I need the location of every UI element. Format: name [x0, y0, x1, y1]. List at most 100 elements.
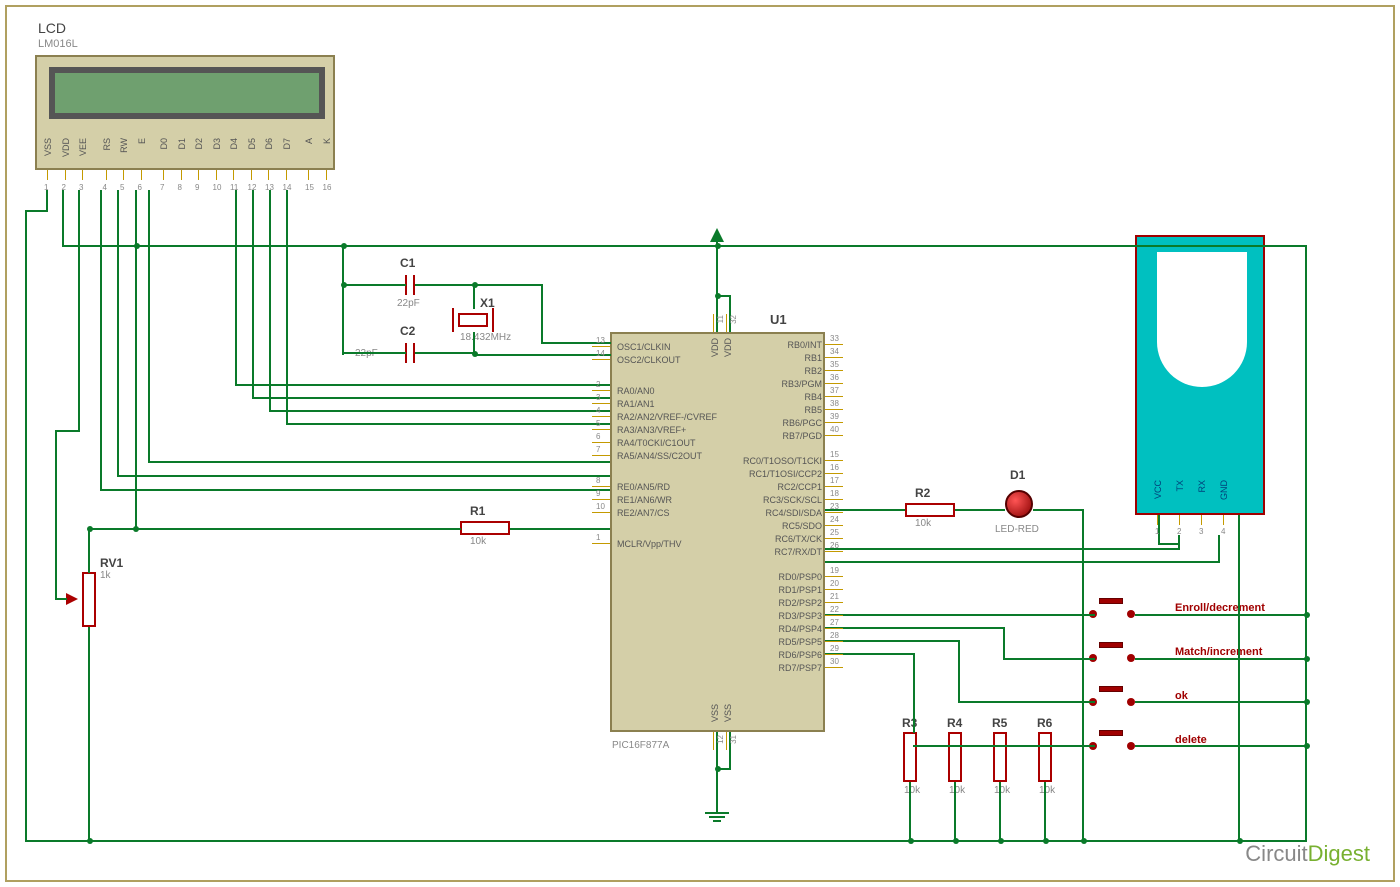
r1-val: 10k: [470, 536, 486, 547]
wire: [909, 782, 911, 842]
wire: [1218, 535, 1220, 563]
crystal-plate-r: [492, 308, 494, 332]
chip-pin-stub: [825, 486, 843, 487]
fingerprint-sensor: [1135, 235, 1265, 515]
lcd-pin-tick: [286, 170, 287, 180]
sensor-pin-gnd: GND: [1219, 480, 1229, 500]
resistor-r3: [903, 732, 917, 782]
wire: [1135, 658, 1307, 660]
sensor-pin-tick: [1201, 515, 1202, 525]
chip-pin-stub: [592, 512, 610, 513]
chip-pin-stub: [825, 435, 843, 436]
chip-pin-label: RB4: [804, 392, 822, 402]
chip-pin-stub: [825, 409, 843, 410]
chip-pin-stub: [825, 499, 843, 500]
chip-pin-num: 2: [596, 380, 600, 389]
chip-pin-num: 32: [729, 315, 738, 324]
chip-pin-num: 36: [830, 373, 839, 382]
wire: [729, 295, 731, 332]
chip-pin-num: 22: [830, 605, 839, 614]
wire: [913, 653, 915, 733]
chip-pin-label: RA3/AN3/VREF+: [617, 425, 686, 435]
junction-dot: [908, 838, 914, 844]
wire: [148, 461, 610, 463]
button-delete[interactable]: [1095, 730, 1135, 752]
chip-pin-num: 33: [830, 334, 839, 343]
wire: [958, 640, 960, 702]
wire: [716, 732, 718, 812]
wire: [913, 745, 1095, 747]
chip-pin-stub: [825, 473, 843, 474]
button-enroll[interactable]: [1095, 598, 1135, 620]
chip-pin-stub: [825, 357, 843, 358]
chip-pin-stub: [825, 383, 843, 384]
r3-val: 10k: [904, 785, 920, 796]
lcd-pin-num: 15: [305, 183, 314, 192]
chip-pin-stub: [592, 416, 610, 417]
wire: [62, 245, 1307, 247]
junction-dot: [1304, 612, 1310, 618]
chip-pin-label: RD4/PSP4: [778, 624, 822, 634]
pot-wiper-icon: [66, 593, 78, 605]
chip-pin-num: 24: [830, 515, 839, 524]
capacitor-c2: [405, 343, 415, 368]
resistor-r6: [1038, 732, 1052, 782]
lcd-pin-tick: [47, 170, 48, 180]
chip-pin-stub: [825, 422, 843, 423]
chip-pin-stub: [592, 486, 610, 487]
chip-pin-stub: [592, 390, 610, 391]
chip-pin-label: RD7/PSP7: [778, 663, 822, 673]
lcd-pin-rs: RS: [102, 138, 112, 151]
chip-pin-label: RE1/AN6/WR: [617, 495, 672, 505]
vcc-arrow-icon: [710, 228, 724, 242]
resistor-r5: [993, 732, 1007, 782]
junction-dot: [1304, 699, 1310, 705]
wire: [473, 284, 543, 286]
wire: [55, 430, 57, 600]
chip-pin-num: 34: [830, 347, 839, 356]
sensor-pin-num: 2: [1177, 527, 1181, 536]
wire: [510, 528, 610, 530]
chip-pin-num: 21: [830, 592, 839, 601]
sensor-pin-num: 3: [1199, 527, 1203, 536]
junction-dot: [472, 351, 478, 357]
chip-pin-stub: [592, 455, 610, 456]
lcd-pin-num: 2: [62, 183, 66, 192]
wire: [235, 384, 610, 386]
ground-icon: [705, 812, 729, 822]
crystal-plate-l: [452, 308, 454, 332]
c2-ref: C2: [400, 324, 415, 338]
button-ok[interactable]: [1095, 686, 1135, 708]
chip-pin-num: 18: [830, 489, 839, 498]
wire: [1044, 782, 1046, 842]
chip-pin-num: 9: [596, 489, 600, 498]
chip-pin-label: RB3/PGM: [781, 379, 822, 389]
chip-pin-label: RC1/T1OSI/CCP2: [749, 469, 822, 479]
wire: [825, 561, 1220, 563]
junction-dot: [1081, 838, 1087, 844]
lcd-pin-num: 14: [283, 183, 292, 192]
wire: [342, 284, 406, 286]
chip-pin-label: OSC1/CLKIN: [617, 342, 671, 352]
wire: [286, 423, 610, 425]
button-match[interactable]: [1095, 642, 1135, 664]
wire: [25, 210, 27, 842]
chip-pin-stub: [592, 346, 610, 347]
lcd-pin-tick: [251, 170, 252, 180]
chip-pin-num: 3: [596, 393, 600, 402]
r1-ref: R1: [470, 504, 485, 518]
junction-dot: [1304, 656, 1310, 662]
lcd-pin-num: 8: [178, 183, 182, 192]
junction-dot: [472, 282, 478, 288]
junction-dot: [715, 243, 721, 249]
chip-pin-num: 25: [830, 528, 839, 537]
lcd-pin-tick: [216, 170, 217, 180]
chip-pin-num: 31: [729, 735, 738, 744]
chip-pin-num: 30: [830, 657, 839, 666]
lcd-pin-tick: [65, 170, 66, 180]
wire: [88, 627, 90, 842]
sensor-pin-tick: [1157, 515, 1158, 525]
junction-dot: [953, 838, 959, 844]
chip-pin-stub: [825, 370, 843, 371]
sensor-pin-rx: RX: [1197, 480, 1207, 493]
